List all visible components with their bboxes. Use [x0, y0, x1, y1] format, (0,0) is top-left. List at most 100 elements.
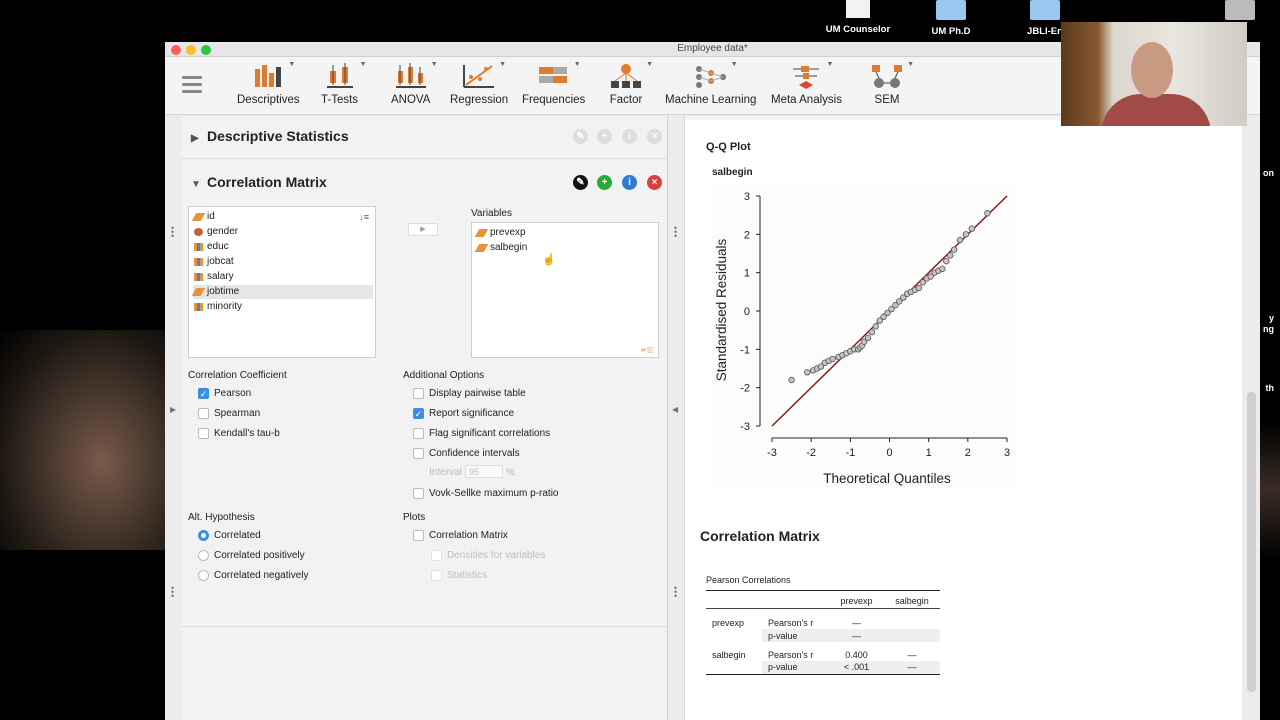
statistics-checkbox[interactable]: Statistics — [431, 569, 487, 582]
allowed-types-icon: ▰▥ — [640, 345, 654, 354]
x-tick-label: -3 — [767, 447, 777, 459]
collapsed-triangle-icon: ▶ — [191, 133, 199, 144]
correlation-matrix-header[interactable]: ▼ Correlation Matrix — [191, 174, 327, 190]
desktop-text: y — [1268, 313, 1274, 323]
report-significance-checkbox[interactable]: ✓ Report significance — [413, 407, 514, 420]
grip-handle[interactable]: • • • — [674, 224, 677, 241]
qq-point — [984, 210, 991, 217]
jasp-window: Employee data* ▼ Descriptives ▼ T-Tests … — [165, 42, 1260, 720]
correlation-coefficient-title: Correlation Coefficient — [188, 370, 287, 381]
tool-machine-learning[interactable]: ▼ Machine Learning — [665, 61, 756, 106]
variable-item-jobtime[interactable]: jobtime — [191, 285, 373, 299]
desktop-wallpaper-edge — [1260, 420, 1280, 560]
vovk-sellke-checkbox[interactable]: Vovk-Sellke maximum p-ratio — [413, 487, 558, 500]
tool-regression[interactable]: ▼ Regression — [450, 61, 508, 106]
left-splitter[interactable]: • • • ▶ • • • — [165, 116, 181, 720]
interval-label: Interval — [429, 467, 462, 478]
tool-factor[interactable]: ▼ Factor — [609, 61, 653, 106]
divider — [181, 158, 668, 159]
tool-t-tests[interactable]: ▼ T-Tests — [321, 61, 367, 106]
qq-point — [956, 236, 964, 244]
hamburger-menu-icon[interactable] — [182, 76, 202, 97]
table-row: p-value — — [706, 629, 940, 642]
variable-item-id[interactable]: id — [191, 210, 373, 224]
add-icon[interactable]: + — [597, 175, 612, 190]
flag-significant-checkbox[interactable]: Flag significant correlations — [413, 427, 550, 440]
densities-checkbox[interactable]: Densities for variables — [431, 549, 545, 562]
assigned-variable-prevexp[interactable]: prevexp — [474, 226, 656, 240]
ordinal-variable-icon — [194, 273, 203, 281]
middle-splitter[interactable]: • • • ◀ • • • — [668, 116, 684, 720]
kendall-checkbox[interactable]: Kendall's tau-b — [198, 427, 280, 440]
pearson-checkbox[interactable]: ✓ Pearson — [198, 387, 251, 400]
info-icon[interactable]: i — [622, 175, 637, 190]
meta-analysis-icon: ▼ — [789, 61, 833, 89]
folder-icon — [1030, 0, 1060, 20]
qq-point — [947, 252, 954, 259]
correlated-positively-radio[interactable]: Correlated positively — [198, 549, 305, 562]
variable-item-educ[interactable]: educ — [193, 240, 373, 254]
y-tick-label: -3 — [740, 421, 750, 433]
qq-plot-variable: salbegin — [712, 167, 753, 178]
move-variable-button[interactable]: ▶ — [408, 223, 438, 236]
variable-item-minority[interactable]: minority — [193, 300, 373, 314]
scale-variable-icon — [191, 213, 206, 221]
spearman-checkbox[interactable]: Spearman — [198, 407, 260, 420]
correlation-matrix-plot-checkbox[interactable]: Correlation Matrix — [413, 529, 508, 542]
descriptive-statistics-header[interactable]: ▶ Descriptive Statistics — [191, 128, 349, 144]
y-tick-label: -1 — [740, 344, 750, 356]
grip-handle[interactable]: • • • — [674, 584, 677, 601]
frequencies-icon: ▼ — [537, 61, 581, 89]
variable-item-gender[interactable]: gender — [193, 225, 373, 239]
anova-icon: ▼ — [394, 61, 438, 89]
assigned-variables-list[interactable]: prevexp salbegin ☝ ▰▥ — [471, 222, 659, 358]
document-icon — [846, 0, 870, 18]
desktop-wallpaper — [0, 330, 170, 550]
remove-icon[interactable]: × — [647, 175, 662, 190]
ordinal-variable-icon — [194, 243, 203, 251]
hand-cursor-icon: ☝ — [542, 254, 556, 266]
y-tick-label: 3 — [744, 191, 750, 203]
qq-point — [943, 257, 950, 265]
ordinal-variable-icon — [194, 303, 203, 311]
x-tick-label: -1 — [845, 447, 855, 459]
qq-point — [968, 225, 975, 232]
alt-hypothesis-title: Alt. Hypothesis — [188, 512, 255, 523]
variable-item-salary[interactable]: salary — [193, 270, 373, 284]
tool-meta-analysis[interactable]: ▼ Meta Analysis — [771, 61, 842, 106]
qq-point — [915, 284, 923, 292]
qq-point — [788, 376, 795, 384]
sem-icon: ▼ — [870, 61, 914, 89]
tool-frequencies[interactable]: ▼ Frequencies — [522, 61, 585, 106]
results-scrollbar[interactable] — [1247, 392, 1256, 692]
edit-icon[interactable]: ✎ — [573, 175, 588, 190]
qq-point — [868, 328, 876, 336]
grip-handle[interactable]: • • • — [171, 224, 174, 241]
collapse-arrow-icon[interactable]: ◀ — [672, 406, 678, 414]
edit-icon[interactable]: ✎ — [573, 129, 588, 144]
variable-item-jobcat[interactable]: jobcat — [193, 255, 373, 269]
y-tick-label: -2 — [740, 383, 750, 395]
assigned-variable-salbegin[interactable]: salbegin — [474, 241, 656, 255]
ttest-icon: ▼ — [323, 61, 367, 89]
tool-anova[interactable]: ▼ ANOVA — [391, 61, 438, 106]
available-variables-list[interactable]: ↓≡ id gender educ jobcat salary jobtime … — [188, 206, 376, 358]
display-pairwise-checkbox[interactable]: Display pairwise table — [413, 387, 526, 400]
interval-unit: % — [506, 467, 515, 478]
scale-variable-icon — [191, 288, 206, 296]
correlated-radio[interactable]: Correlated — [198, 529, 261, 542]
tool-sem[interactable]: ▼ SEM — [870, 61, 914, 106]
qq-point — [804, 369, 811, 376]
interval-input[interactable]: 95 — [465, 465, 503, 478]
folder-icon — [936, 0, 966, 20]
remove-icon[interactable]: × — [647, 129, 662, 144]
confidence-intervals-checkbox[interactable]: Confidence intervals — [413, 447, 520, 460]
info-icon[interactable]: i — [622, 129, 637, 144]
tool-descriptives[interactable]: ▼ Descriptives — [237, 61, 300, 106]
correlated-negatively-radio[interactable]: Correlated negatively — [198, 569, 309, 582]
expand-arrow-icon[interactable]: ▶ — [170, 406, 176, 414]
col-header-salbegin: salbegin — [895, 596, 929, 607]
grip-handle[interactable]: • • • — [171, 584, 174, 601]
add-icon[interactable]: + — [597, 129, 612, 144]
x-tick-label: 2 — [965, 447, 971, 459]
